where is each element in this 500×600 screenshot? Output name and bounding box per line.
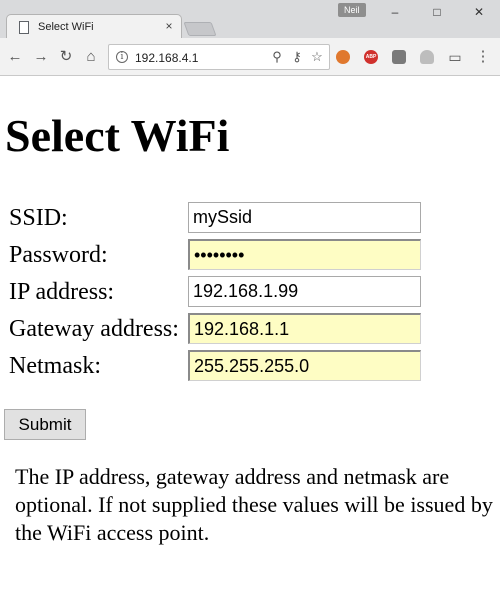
cookie-extension-icon[interactable]	[336, 50, 350, 64]
maximize-icon[interactable]: □	[426, 4, 448, 20]
zoom-icon[interactable]: ⚲	[269, 49, 285, 65]
form-row-netmask: Netmask:	[0, 350, 500, 382]
browser-toolbar: ← → ↻ ⌂ i 192.168.4.1 ⚲ ⚷ ☆ ABP ▭ ⋮	[0, 38, 500, 76]
netmask-label: Netmask:	[9, 353, 101, 379]
password-input[interactable]	[188, 239, 421, 270]
address-bar[interactable]: i 192.168.4.1 ⚲ ⚷ ☆	[108, 44, 330, 70]
form-row-password: Password:	[0, 239, 500, 271]
menu-icon[interactable]: ⋮	[474, 48, 492, 66]
password-label: Password:	[9, 242, 108, 268]
cloud-extension-icon[interactable]	[420, 50, 434, 64]
new-tab-button[interactable]	[183, 22, 217, 36]
profile-badge[interactable]: Neil	[338, 3, 366, 17]
adblock-plus-icon[interactable]: ABP	[364, 50, 378, 64]
gateway-label: Gateway address:	[9, 316, 179, 342]
optional-fields-note: The IP address, gateway address and netm…	[15, 464, 493, 545]
form-row-ip: IP address:	[0, 276, 500, 308]
cast-icon[interactable]: ▭	[446, 48, 464, 66]
submit-button[interactable]: Submit	[4, 409, 86, 440]
bookmark-star-icon[interactable]: ☆	[309, 49, 325, 65]
forward-icon[interactable]: →	[32, 48, 50, 66]
form-row-ssid: SSID:	[0, 202, 500, 234]
home-icon[interactable]: ⌂	[82, 48, 100, 66]
extension-icon[interactable]	[392, 50, 406, 64]
form-row-gateway: Gateway address:	[0, 313, 500, 345]
back-icon[interactable]: ←	[6, 48, 24, 66]
ssid-label: SSID:	[9, 205, 68, 231]
gateway-input[interactable]	[188, 313, 421, 344]
tab-close-icon[interactable]: ×	[162, 19, 176, 33]
tab-title: Select WiFi	[38, 21, 94, 33]
site-info-icon[interactable]: i	[116, 51, 128, 63]
browser-titlebar: Select WiFi × Neil – □ ✕	[0, 0, 500, 40]
key-icon[interactable]: ⚷	[289, 49, 305, 65]
ip-address-input[interactable]	[188, 276, 421, 307]
page-icon	[19, 21, 29, 34]
browser-tab[interactable]: Select WiFi ×	[6, 14, 182, 40]
page-content: Select WiFi SSID: Password: IP address: …	[0, 77, 500, 600]
ssid-input[interactable]	[188, 202, 421, 233]
close-window-icon[interactable]: ✕	[468, 4, 490, 20]
ip-address-label: IP address:	[9, 279, 115, 305]
url-text[interactable]: 192.168.4.1	[135, 51, 198, 65]
netmask-input[interactable]	[188, 350, 421, 381]
minimize-icon[interactable]: –	[384, 4, 406, 20]
reload-icon[interactable]: ↻	[57, 48, 75, 66]
page-title: Select WiFi	[5, 110, 230, 161]
